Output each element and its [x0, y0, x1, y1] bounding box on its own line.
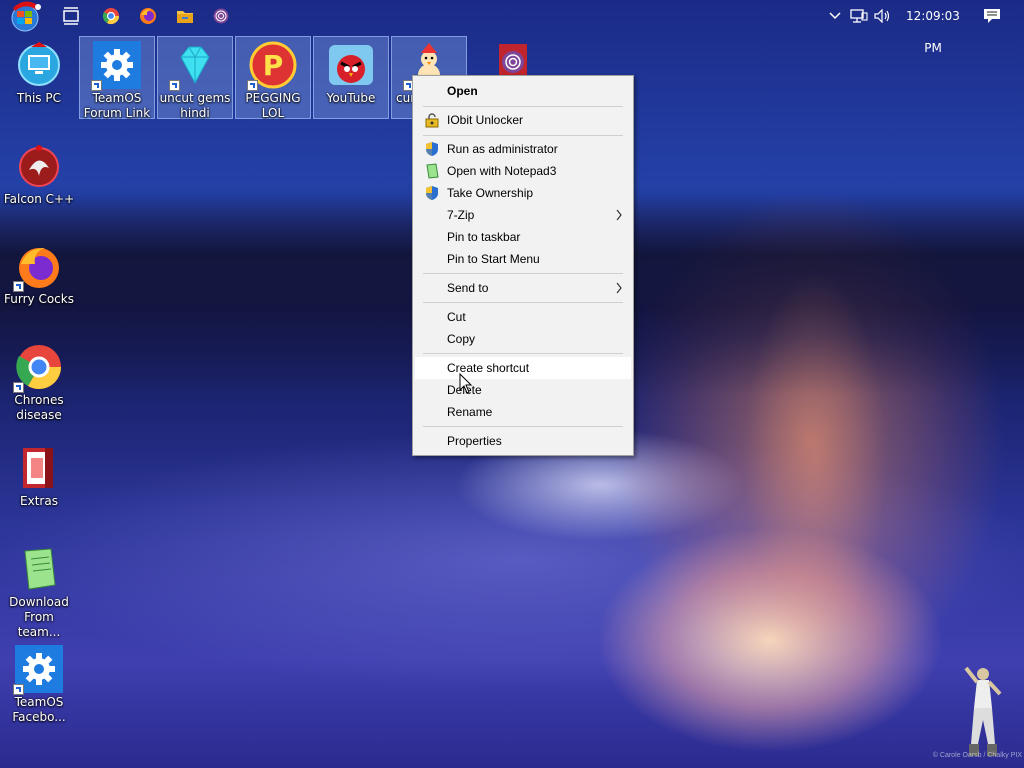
shortcut-arrow-icon: [247, 80, 258, 91]
chrome-icon: [13, 343, 63, 393]
menu-item-7-zip[interactable]: 7-Zip: [415, 204, 631, 226]
menu-item-rename[interactable]: Rename: [415, 401, 631, 423]
menu-separator: [423, 353, 623, 354]
network-icon[interactable]: [848, 0, 870, 32]
menu-item-send-to[interactable]: Send to: [415, 277, 631, 299]
menu-separator: [423, 106, 623, 107]
shield-icon: [424, 185, 440, 201]
menu-item-label: Run as administrator: [447, 142, 558, 156]
menu-item-delete[interactable]: Delete: [415, 379, 631, 401]
icon-label: PEGGING LOL: [245, 91, 301, 120]
menu-item-open[interactable]: Open: [415, 80, 631, 102]
wallpaper-credit: © Carole Oarsb / Chalky PIX: [932, 752, 1022, 759]
notifications-icon[interactable]: [980, 0, 1004, 32]
desktop-icon-teamos-forum[interactable]: TeamOS Forum Link: [79, 36, 155, 120]
menu-item-pin-to-start[interactable]: Pin to Start Menu: [415, 248, 631, 270]
desktop-icon-uncut-gems[interactable]: uncut gems hindi: [157, 36, 233, 120]
menu-item-label: Open: [447, 84, 478, 98]
menu-item-copy[interactable]: Copy: [415, 328, 631, 350]
task-view-icon[interactable]: [60, 5, 82, 27]
shortcut-arrow-icon: [91, 80, 102, 91]
menu-item-label: Cut: [447, 310, 466, 324]
shortcut-arrow-icon: [169, 80, 180, 91]
menu-item-cut[interactable]: Cut: [415, 306, 631, 328]
shortcut-arrow-icon: [13, 382, 24, 393]
volume-icon[interactable]: [872, 0, 894, 32]
menu-item-label: Open with Notepad3: [447, 164, 557, 178]
icon-label: TeamOS Forum Link: [83, 91, 151, 120]
shortcut-arrow-icon: [13, 281, 24, 292]
menu-item-label: Copy: [447, 332, 476, 346]
menu-item-label: Pin to taskbar: [447, 230, 521, 244]
menu-item-create-shortcut[interactable]: Create shortcut: [415, 357, 631, 379]
menu-separator: [423, 273, 623, 274]
gear-icon: [13, 645, 63, 695]
menu-item-iobit-unlocker[interactable]: IObit Unlocker: [415, 109, 631, 131]
falcon-icon: [15, 142, 63, 190]
menu-item-take-ownership[interactable]: Take Ownership: [415, 182, 631, 204]
start-button[interactable]: [5, 0, 47, 32]
computer-icon: [15, 41, 63, 89]
desktop-icon-chrome[interactable]: Chrones disease: [1, 339, 77, 423]
menu-item-label: 7-Zip: [447, 208, 475, 222]
menu-item-label: Take Ownership: [447, 186, 534, 200]
svg-text:P: P: [263, 49, 284, 82]
icon-label: This PC: [17, 91, 61, 105]
gear-icon: [91, 41, 141, 91]
menu-item-label: Send to: [447, 281, 489, 295]
icon-label: uncut gems hindi: [159, 91, 231, 120]
firefox-icon[interactable]: [137, 5, 159, 27]
menu-item-open-with-notepad3[interactable]: Open with Notepad3: [415, 160, 631, 182]
desktop-icon-youtube[interactable]: YouTube: [313, 36, 389, 119]
menu-separator: [423, 426, 623, 427]
menu-item-pin-to-taskbar[interactable]: Pin to taskbar: [415, 226, 631, 248]
icon-label: YouTube: [326, 91, 376, 105]
icon-label: Chrones disease: [14, 393, 64, 422]
start-orb-icon: [11, 1, 41, 32]
icon-label: Furry Cocks: [4, 292, 74, 306]
firefox-icon: [13, 242, 63, 292]
folder-icon: [15, 444, 63, 492]
wallpaper-christmas-tree: [700, 160, 930, 680]
icon-label: TeamOS Facebo...: [12, 695, 66, 724]
file-explorer-icon[interactable]: [174, 5, 196, 27]
notepad-icon: [424, 163, 440, 179]
tor-browser-icon[interactable]: [210, 5, 232, 27]
menu-item-label: Properties: [447, 434, 502, 448]
menu-item-properties[interactable]: Properties: [415, 430, 631, 452]
menu-item-label: IObit Unlocker: [447, 113, 524, 127]
desktop-gadget-figure[interactable]: [962, 664, 1004, 760]
shield-icon: [424, 141, 440, 157]
mouse-pointer-icon: [459, 372, 473, 395]
desktop-icon-pegging[interactable]: P PEGGING LOL: [235, 36, 311, 120]
desktop-icon-download[interactable]: Download From team...: [1, 541, 77, 640]
notepad-icon: [15, 545, 63, 593]
menu-separator: [423, 302, 623, 303]
diamond-icon: [169, 41, 219, 91]
clock[interactable]: 12:09:03 PM: [896, 0, 970, 55]
icon-label: Falcon C++: [3, 192, 75, 206]
desktop-icon-teamos-facebook[interactable]: TeamOS Facebo...: [1, 641, 77, 725]
angry-bird-icon: [327, 41, 375, 89]
icon-label: Download From team...: [9, 595, 69, 639]
taskbar: 12:09:03 PM: [0, 0, 1024, 55]
p-logo-icon: P: [247, 41, 297, 91]
menu-item-label: Pin to Start Menu: [447, 252, 540, 266]
chrome-icon[interactable]: [100, 5, 122, 27]
desktop-icon-furry[interactable]: Furry Cocks: [1, 238, 77, 307]
desktop-icon-extras[interactable]: Extras: [1, 440, 77, 509]
desktop-icon-this-pc[interactable]: This PC: [1, 37, 77, 106]
context-menu: Open IObit Unlocker Run as administrator…: [412, 75, 634, 456]
lock-icon: [424, 112, 440, 128]
chevron-up-icon[interactable]: [826, 0, 844, 32]
menu-item-run-as-administrator[interactable]: Run as administrator: [415, 138, 631, 160]
shortcut-arrow-icon: [13, 684, 24, 695]
icon-label: Extras: [20, 494, 58, 508]
menu-separator: [423, 135, 623, 136]
menu-item-label: Rename: [447, 405, 493, 419]
desktop-icon-falcon[interactable]: Falcon C++: [1, 138, 77, 207]
